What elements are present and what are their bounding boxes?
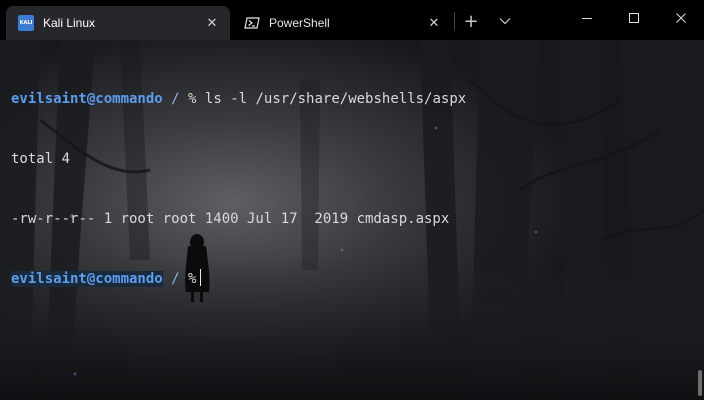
maximize-icon [629, 13, 639, 23]
tab-title: PowerShell [269, 16, 330, 30]
title-bar: KALI Kali Linux ✕ PowerShell ✕ + [0, 0, 704, 40]
scrollbar[interactable] [698, 370, 702, 396]
output-line: -rw-r--r-- 1 root root 1400 Jul 17 2019 … [11, 211, 450, 227]
prompt-user-host: evilsaint@commando [11, 91, 163, 107]
tab-divider [454, 12, 455, 30]
close-window-button[interactable] [658, 0, 704, 36]
prompt-cwd: / [171, 271, 180, 287]
prompt-user-host: evilsaint@commando [11, 271, 163, 287]
command-line: evilsaint@commando / % ls -l /usr/share/… [11, 89, 466, 109]
output-line: total 4 [11, 151, 71, 167]
kali-icon: KALI [18, 15, 34, 31]
terminal-pane[interactable]: evilsaint@commando / % ls -l /usr/share/… [0, 40, 704, 400]
tab-title: Kali Linux [43, 16, 96, 30]
powershell-icon [244, 15, 260, 31]
terminal-output: evilsaint@commando / % ls -l /usr/share/… [11, 49, 466, 329]
prompt-symbol: % [188, 271, 197, 287]
minimize-icon [582, 18, 592, 19]
close-tab-icon[interactable]: ✕ [204, 15, 220, 31]
close-tab-icon[interactable]: ✕ [426, 15, 442, 31]
prompt-cwd: / [171, 91, 180, 107]
tab-powershell[interactable]: PowerShell ✕ [232, 6, 452, 40]
new-tab-button[interactable]: + [460, 11, 482, 32]
maximize-button[interactable] [611, 0, 657, 36]
terminal-window: KALI Kali Linux ✕ PowerShell ✕ + evilsai… [0, 0, 704, 400]
minimize-button[interactable] [564, 0, 610, 36]
prompt-symbol: % [188, 91, 197, 107]
command-text: ls -l /usr/share/webshells/aspx [204, 91, 467, 107]
tab-kali-linux[interactable]: KALI Kali Linux ✕ [6, 6, 230, 40]
close-icon [676, 13, 686, 23]
chevron-down-icon[interactable] [494, 11, 516, 31]
text-cursor [200, 269, 202, 286]
active-prompt-line: evilsaint@commando / % [11, 269, 466, 289]
